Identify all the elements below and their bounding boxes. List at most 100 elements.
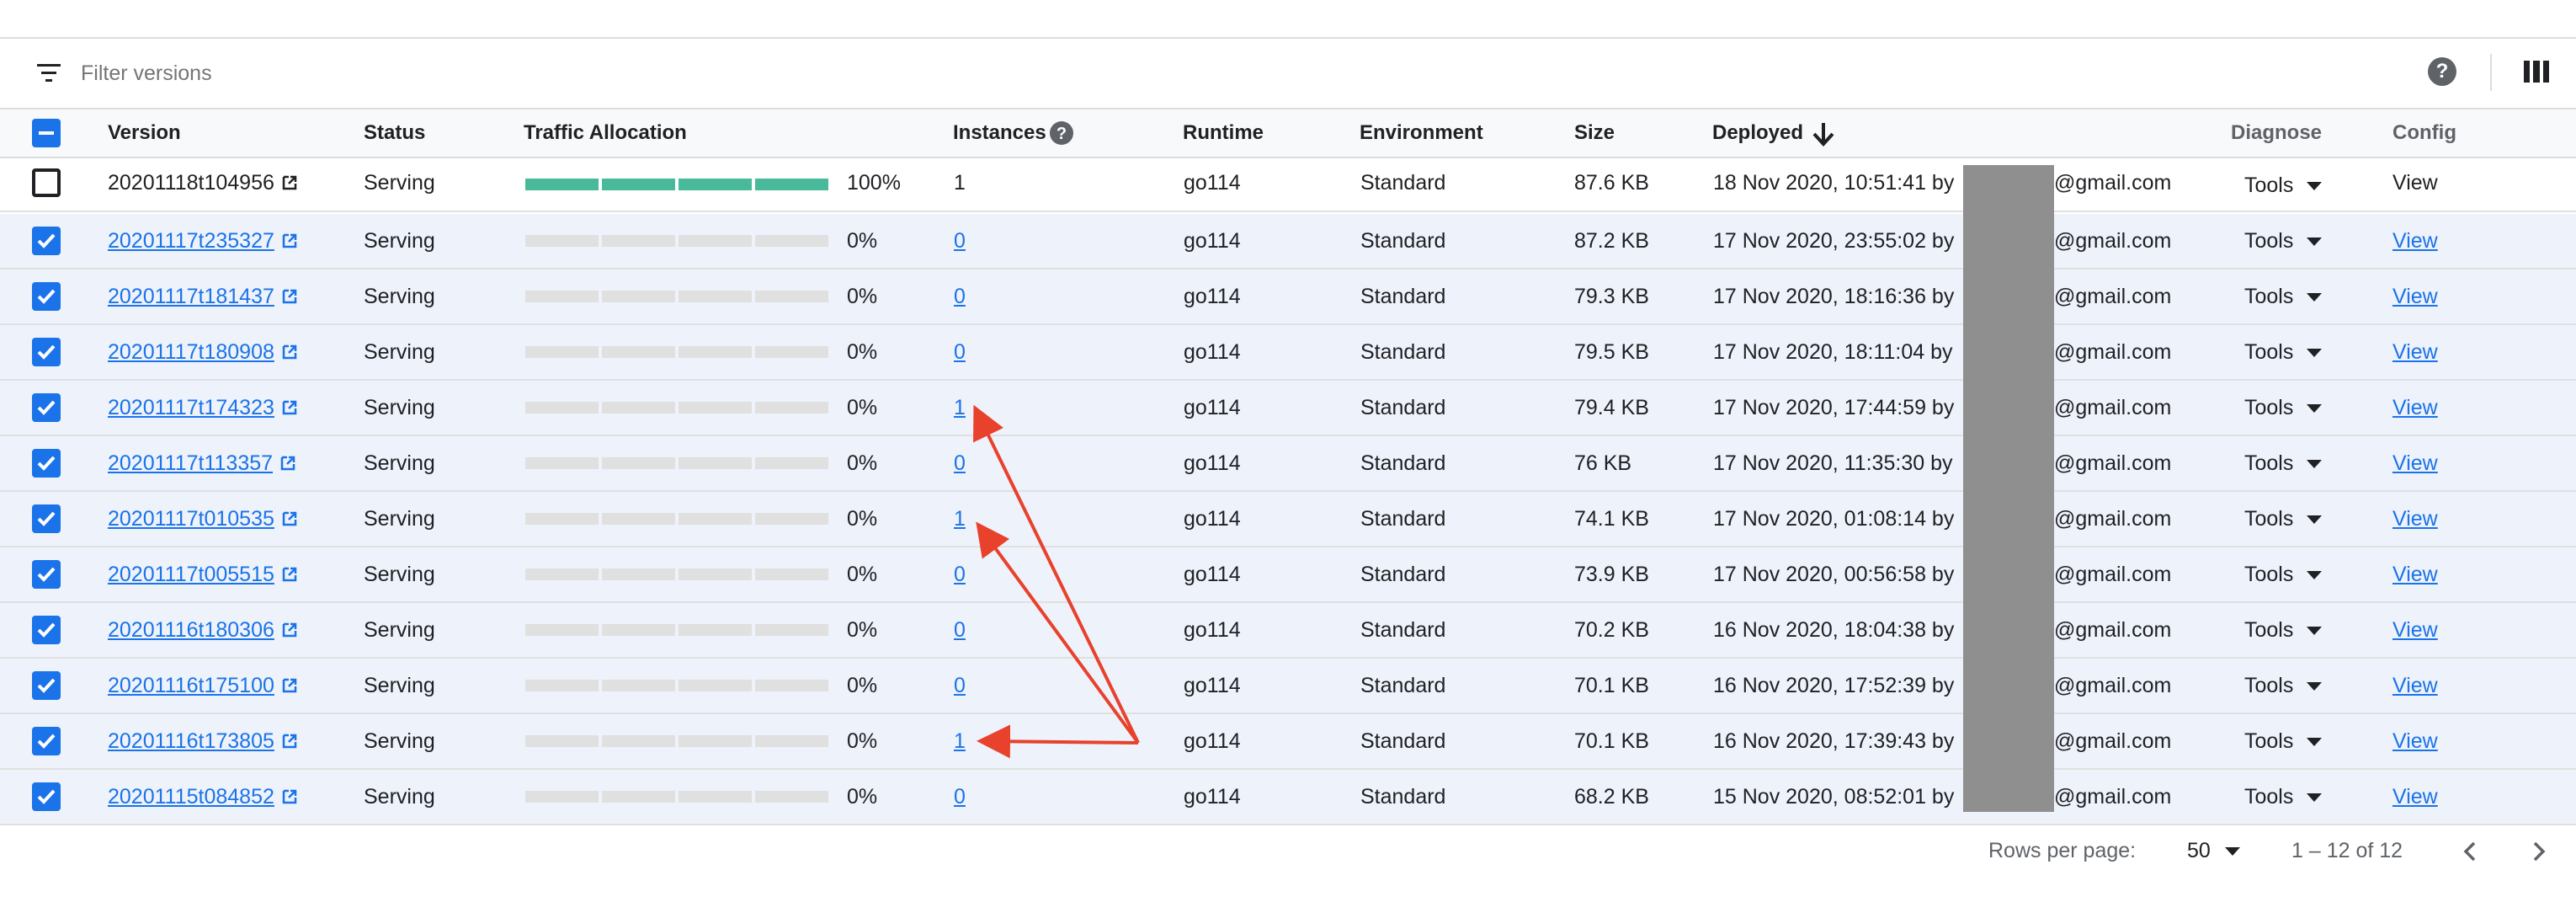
instances-link[interactable]: 0 xyxy=(954,563,966,586)
column-header-status[interactable]: Status xyxy=(364,109,425,157)
version-link[interactable]: 20201116t180306 xyxy=(108,618,274,642)
instances-link[interactable]: 0 xyxy=(954,285,966,308)
tools-dropdown[interactable]: Tools xyxy=(2244,214,2323,268)
column-header-traffic[interactable]: Traffic Allocation xyxy=(524,109,687,157)
table-row[interactable]: 20201117t235327 Serving 0% 0 go114 Standard 87… xyxy=(0,214,2576,270)
tools-dropdown[interactable]: Tools xyxy=(2244,436,2323,490)
view-config-link[interactable]: View xyxy=(2392,229,2438,253)
view-config-link[interactable]: View xyxy=(2392,340,2438,364)
rows-per-page-select[interactable]: 50 xyxy=(2187,825,2240,876)
version-link[interactable]: 20201118t104956 xyxy=(108,171,274,195)
table-row[interactable]: 20201117t174323 Serving 0% 1 go114 Standard 79… xyxy=(0,381,2576,436)
filter-list-icon[interactable] xyxy=(30,64,64,84)
version-link[interactable]: 20201117t113357 xyxy=(108,451,273,475)
table-row[interactable]: 20201116t173805 Serving 0% 1 go114 Standard 70… xyxy=(0,714,2576,770)
row-checkbox[interactable] xyxy=(32,504,61,533)
column-header-instances[interactable]: Instances xyxy=(953,109,1046,157)
tools-dropdown[interactable]: Tools xyxy=(2244,325,2323,379)
tools-dropdown[interactable]: Tools xyxy=(2244,659,2323,713)
table-row[interactable]: 20201116t175100 Serving 0% 0 go114 Standard 70… xyxy=(0,659,2576,714)
tools-dropdown[interactable]: Tools xyxy=(2244,547,2323,601)
column-header-runtime[interactable]: Runtime xyxy=(1183,109,1264,157)
open-in-new-icon[interactable] xyxy=(281,622,298,638)
instances-link[interactable]: 0 xyxy=(954,340,966,364)
next-page-icon[interactable] xyxy=(2524,837,2552,866)
open-in-new-icon[interactable] xyxy=(279,455,296,472)
instances-link[interactable]: 1 xyxy=(954,507,966,531)
version-link[interactable]: 20201115t084852 xyxy=(108,785,274,809)
version-link[interactable]: 20201116t173805 xyxy=(108,729,274,753)
open-in-new-icon[interactable] xyxy=(281,566,298,583)
instances-link[interactable]: 0 xyxy=(954,451,966,475)
open-in-new-icon[interactable] xyxy=(281,677,298,694)
table-row[interactable]: 20201118t104956 Serving 100% 1 go114 Standard… xyxy=(0,158,2576,212)
tools-dropdown[interactable]: Tools xyxy=(2244,603,2323,657)
open-in-new-icon[interactable] xyxy=(281,344,298,360)
instances-link[interactable]: 0 xyxy=(954,785,966,809)
tools-dropdown[interactable]: Tools xyxy=(2244,714,2323,768)
view-config-link[interactable]: View xyxy=(2392,396,2438,419)
view-config-link[interactable]: View xyxy=(2392,451,2438,475)
tools-dropdown[interactable]: Tools xyxy=(2244,167,2323,204)
instances-link[interactable]: 0 xyxy=(954,618,966,642)
instances-link[interactable]: 1 xyxy=(954,396,966,419)
view-config-link[interactable]: View xyxy=(2392,285,2438,308)
previous-page-icon[interactable] xyxy=(2456,837,2485,866)
open-in-new-icon[interactable] xyxy=(281,174,298,191)
table-row[interactable]: 20201117t181437 Serving 0% 0 go114 Standard 79… xyxy=(0,270,2576,325)
column-header-deployed[interactable]: Deployed xyxy=(1712,109,1803,157)
view-columns-icon[interactable] xyxy=(2524,61,2549,83)
arrow-downward-icon[interactable] xyxy=(1812,121,1835,147)
version-link[interactable]: 20201117t235327 xyxy=(108,229,274,253)
open-in-new-icon[interactable] xyxy=(281,399,298,416)
row-checkbox[interactable] xyxy=(32,393,61,422)
open-in-new-icon[interactable] xyxy=(281,510,298,527)
version-link[interactable]: 20201117t010535 xyxy=(108,507,274,531)
row-checkbox[interactable] xyxy=(32,227,61,255)
column-header-size[interactable]: Size xyxy=(1574,109,1615,157)
open-in-new-icon[interactable] xyxy=(281,733,298,750)
tools-dropdown[interactable]: Tools xyxy=(2244,270,2323,323)
instances-link[interactable]: 0 xyxy=(954,674,966,697)
tools-dropdown[interactable]: Tools xyxy=(2244,381,2323,435)
view-config-link[interactable]: View xyxy=(2392,674,2438,697)
open-in-new-icon[interactable] xyxy=(281,288,298,305)
open-in-new-icon[interactable] xyxy=(281,232,298,249)
table-row[interactable]: 20201117t010535 Serving 0% 1 go114 Standard 74… xyxy=(0,492,2576,547)
version-link[interactable]: 20201117t180908 xyxy=(108,340,274,364)
instances-link[interactable]: 1 xyxy=(954,729,966,753)
filter-versions-input[interactable] xyxy=(81,52,1428,94)
view-config-link[interactable]: View xyxy=(2392,785,2438,809)
column-header-version[interactable]: Version xyxy=(108,109,181,157)
tools-dropdown[interactable]: Tools xyxy=(2244,770,2323,824)
view-config-link[interactable]: View xyxy=(2392,729,2438,753)
version-link[interactable]: 20201116t175100 xyxy=(108,674,274,697)
instances-link[interactable]: 0 xyxy=(954,229,966,253)
view-config-link[interactable]: View xyxy=(2392,618,2438,642)
view-config-link[interactable]: View xyxy=(2392,563,2438,586)
row-checkbox[interactable] xyxy=(32,782,61,811)
table-row[interactable]: 20201117t005515 Serving 0% 0 go114 Standard 73… xyxy=(0,547,2576,603)
version-link[interactable]: 20201117t174323 xyxy=(108,396,274,419)
row-checkbox[interactable] xyxy=(32,168,61,197)
row-checkbox[interactable] xyxy=(32,616,61,644)
table-row[interactable]: 20201117t113357 Serving 0% 0 go114 Standard 76… xyxy=(0,436,2576,492)
view-config-link[interactable]: View xyxy=(2392,507,2438,531)
row-checkbox[interactable] xyxy=(32,560,61,589)
row-checkbox[interactable] xyxy=(32,671,61,700)
open-in-new-icon[interactable] xyxy=(281,788,298,805)
help-icon[interactable]: ? xyxy=(2428,57,2456,86)
select-all-checkbox[interactable] xyxy=(32,119,61,147)
row-checkbox[interactable] xyxy=(32,282,61,311)
table-row[interactable]: 20201115t084852 Serving 0% 0 go114 Standard 68… xyxy=(0,770,2576,825)
table-row[interactable]: 20201116t180306 Serving 0% 0 go114 Standard 70… xyxy=(0,603,2576,659)
version-link[interactable]: 20201117t005515 xyxy=(108,563,274,586)
row-checkbox[interactable] xyxy=(32,727,61,755)
column-header-environment[interactable]: Environment xyxy=(1360,109,1483,157)
version-link[interactable]: 20201117t181437 xyxy=(108,285,274,308)
instances-help-icon[interactable]: ? xyxy=(1049,120,1074,146)
view-config-link[interactable]: View xyxy=(2392,171,2438,195)
row-checkbox[interactable] xyxy=(32,338,61,366)
tools-dropdown[interactable]: Tools xyxy=(2244,492,2323,546)
table-row[interactable]: 20201117t180908 Serving 0% 0 go114 Standard 79… xyxy=(0,325,2576,381)
